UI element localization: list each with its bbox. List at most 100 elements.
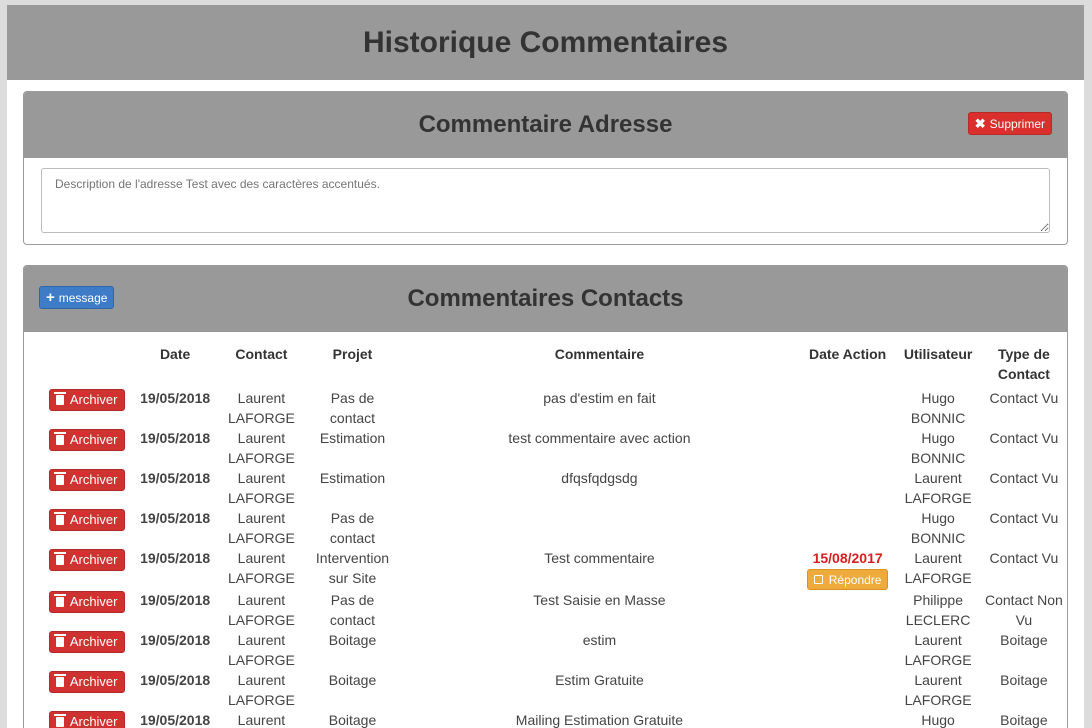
row-date-action bbox=[800, 670, 896, 710]
row-type-contact: Boitage bbox=[1000, 672, 1048, 688]
row-actions-cell: Archiver bbox=[40, 590, 133, 630]
address-panel-title: Commentaire Adresse bbox=[418, 111, 673, 138]
row-type-contact: Contact Non Vu bbox=[984, 592, 1063, 628]
row-contact: Laurent LAFORGE bbox=[227, 390, 295, 426]
row-date-action: 15/08/2017 Répondre bbox=[800, 548, 896, 590]
table-row: Archiver 19/05/2018 Laurent LAFORGE Pas de … bbox=[40, 590, 1067, 630]
row-date-action bbox=[800, 710, 896, 728]
row-commentaire: Estim Gratuite bbox=[555, 672, 644, 688]
archive-button[interactable]: Archiver bbox=[48, 509, 125, 531]
contacts-table: Date Contact Projet Commentaire Date Act… bbox=[40, 340, 1067, 728]
row-utilisateur: Hugo BONNIC bbox=[910, 510, 966, 546]
trash-icon bbox=[53, 512, 66, 525]
archive-button[interactable]: Archiver bbox=[48, 671, 125, 693]
row-type-contact: Contact Vu bbox=[989, 470, 1059, 486]
row-date: 19/05/2018 bbox=[140, 470, 211, 486]
row-projet: Boitage bbox=[328, 672, 377, 688]
archive-button-label: Archiver bbox=[69, 552, 118, 567]
row-projet: Pas de contact bbox=[329, 510, 376, 546]
row-contact: Laurent LAFORGE bbox=[227, 430, 295, 466]
archive-button-label: Archiver bbox=[69, 432, 118, 447]
reply-button[interactable]: Répondre bbox=[806, 569, 889, 590]
archive-button-label: Archiver bbox=[69, 392, 118, 407]
address-description-field[interactable] bbox=[41, 168, 1050, 233]
row-commentaire: dfqsfqdgsdg bbox=[561, 470, 638, 486]
archive-button-label: Archiver bbox=[69, 674, 118, 689]
archive-button[interactable]: Archiver bbox=[48, 469, 125, 491]
row-projet: Pas de contact bbox=[329, 390, 376, 426]
trash-icon bbox=[53, 472, 66, 485]
row-date-action bbox=[800, 428, 896, 468]
row-commentaire bbox=[399, 508, 800, 548]
trash-icon bbox=[53, 714, 66, 727]
row-actions-cell: Archiver bbox=[40, 388, 133, 428]
row-date: 19/05/2018 bbox=[140, 510, 211, 526]
archive-button[interactable]: Archiver bbox=[48, 549, 125, 571]
header-date-action: Date Action bbox=[808, 346, 887, 362]
row-type-contact: Contact Vu bbox=[989, 430, 1059, 446]
row-projet: Estimation bbox=[319, 430, 386, 446]
page-header: Historique Commentaires bbox=[7, 5, 1084, 80]
row-date-action bbox=[800, 630, 896, 670]
archive-button[interactable]: Archiver bbox=[48, 389, 125, 411]
delete-button[interactable]: ✖ Supprimer bbox=[967, 112, 1052, 135]
row-projet: Boitage bbox=[328, 632, 377, 648]
trash-icon bbox=[53, 594, 66, 607]
edit-icon bbox=[813, 575, 823, 584]
row-contact: Laurent LAFORGE bbox=[227, 510, 295, 546]
plus-icon: + bbox=[46, 289, 55, 306]
row-utilisateur: Laurent LAFORGE bbox=[904, 550, 972, 586]
row-date-action bbox=[800, 388, 896, 428]
row-contact: Laurent LAFORGE bbox=[227, 632, 295, 668]
table-row: Archiver 19/05/2018 Laurent LAFORGE Pas de … bbox=[40, 388, 1067, 428]
table-body: Archiver 19/05/2018 Laurent LAFORGE Pas de … bbox=[40, 388, 1067, 728]
trash-icon bbox=[53, 432, 66, 445]
date-action-value: 15/08/2017 bbox=[812, 550, 883, 566]
address-comment-panel: Commentaire Adresse ✖ Supprimer bbox=[23, 91, 1068, 245]
row-contact: Laurent LAFORGE bbox=[227, 550, 295, 586]
table-row: Archiver 19/05/2018 Laurent LAFORGE Boitage… bbox=[40, 630, 1067, 670]
table-row: Archiver 19/05/2018 Laurent LAFORGE Interve… bbox=[40, 548, 1067, 590]
trash-icon bbox=[53, 552, 66, 565]
header-contact: Contact bbox=[235, 346, 288, 362]
table-header-row: Date Contact Projet Commentaire Date Act… bbox=[40, 340, 1067, 388]
row-actions-cell: Archiver bbox=[40, 508, 133, 548]
trash-icon bbox=[53, 674, 66, 687]
header-date: Date bbox=[159, 346, 191, 362]
row-actions-cell: Archiver bbox=[40, 428, 133, 468]
row-commentaire: Test Saisie en Masse bbox=[533, 592, 666, 608]
contacts-panel-title: Commentaires Contacts bbox=[407, 285, 684, 312]
row-date: 19/05/2018 bbox=[140, 632, 211, 648]
archive-button-label: Archiver bbox=[69, 512, 118, 527]
archive-button[interactable]: Archiver bbox=[48, 631, 125, 653]
row-commentaire: pas d'estim en fait bbox=[543, 390, 656, 406]
close-icon: ✖ bbox=[974, 115, 986, 131]
row-type-contact: Contact Vu bbox=[989, 390, 1059, 406]
row-projet: Estimation bbox=[319, 470, 386, 486]
row-commentaire: estim bbox=[582, 632, 617, 648]
table-row: Archiver 19/05/2018 Laurent LAFORGE Estimat… bbox=[40, 428, 1067, 468]
archive-button[interactable]: Archiver bbox=[48, 711, 125, 728]
delete-button-label: Supprimer bbox=[989, 116, 1045, 131]
archive-button[interactable]: Archiver bbox=[48, 429, 125, 451]
add-message-button[interactable]: + message bbox=[39, 286, 115, 309]
row-actions-cell: Archiver bbox=[40, 630, 133, 670]
row-date: 19/05/2018 bbox=[140, 430, 211, 446]
archive-button[interactable]: Archiver bbox=[48, 591, 125, 613]
header-utilisateur: Utilisateur bbox=[903, 346, 973, 362]
row-utilisateur: Philippe LECLERC bbox=[905, 592, 971, 628]
table-row: Archiver 19/05/2018 Laurent LAFORGE Estimat… bbox=[40, 468, 1067, 508]
row-type-contact: Contact Vu bbox=[989, 550, 1059, 566]
table-row: Archiver 19/05/2018 Laurent LAFORGE Boitage… bbox=[40, 670, 1067, 710]
header-type-contact: Type de Contact bbox=[997, 346, 1050, 382]
row-type-contact: Contact Vu bbox=[989, 510, 1059, 526]
row-date-action bbox=[800, 468, 896, 508]
row-contact: Laurent LAFORGE bbox=[227, 672, 295, 708]
row-utilisateur: Hugo BONNIC bbox=[910, 430, 966, 466]
table-row: Archiver 19/05/2018 Laurent LAFORGE Pas de … bbox=[40, 508, 1067, 548]
row-commentaire: Mailing Estimation Gratuite bbox=[515, 712, 684, 728]
row-type-contact: Boitage bbox=[1000, 632, 1048, 648]
contacts-comment-panel: + message Commentaires Contacts Date Con… bbox=[23, 265, 1068, 728]
row-date: 19/05/2018 bbox=[140, 712, 211, 728]
archive-button-label: Archiver bbox=[69, 594, 118, 609]
